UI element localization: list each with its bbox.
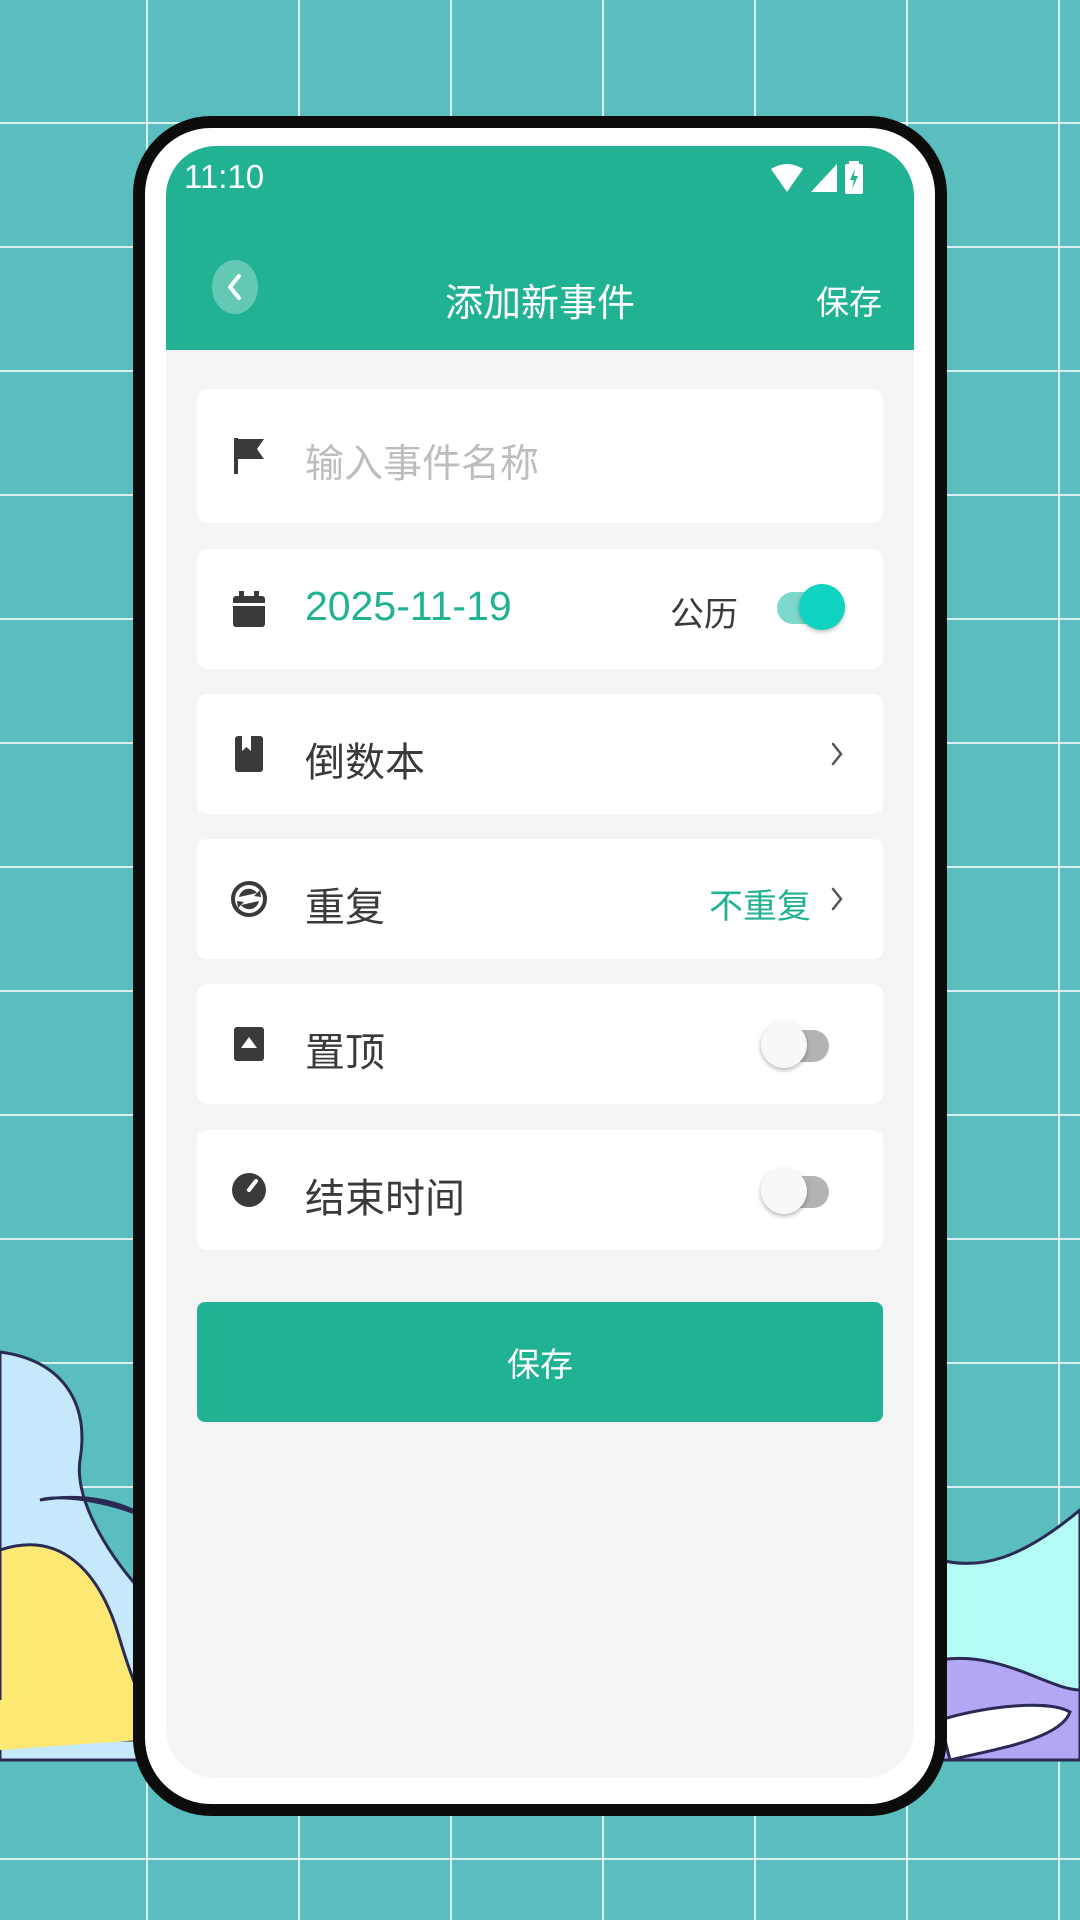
cell-signal-icon xyxy=(811,164,837,192)
battery-charging-icon xyxy=(845,161,863,194)
event-name-placeholder: 输入事件名称 xyxy=(305,442,540,487)
header-save-button[interactable]: 保存 xyxy=(816,276,882,324)
date-row[interactable]: 2025-11-19 公历 xyxy=(197,549,883,669)
date-value[interactable]: 2025-11-19 xyxy=(305,583,512,630)
notebook-row[interactable]: 倒数本 xyxy=(197,694,883,814)
wifi-icon xyxy=(771,164,803,192)
repeat-value[interactable]: 不重复 xyxy=(709,879,811,928)
calendar-type-toggle[interactable] xyxy=(777,584,847,634)
pin-top-toggle[interactable] xyxy=(761,1022,833,1072)
end-time-toggle[interactable] xyxy=(761,1168,833,1218)
chevron-right-icon[interactable] xyxy=(827,739,847,769)
end-time-row[interactable]: 结束时间 xyxy=(197,1130,883,1250)
repeat-icon xyxy=(227,877,271,921)
book-icon xyxy=(227,732,271,776)
end-time-label: 结束时间 xyxy=(305,1176,465,1222)
pin-top-row[interactable]: 置顶 xyxy=(197,984,883,1104)
notebook-label: 倒数本 xyxy=(305,740,425,786)
save-button[interactable]: 保存 xyxy=(197,1302,883,1422)
pin-top-icon xyxy=(227,1022,271,1066)
status-icons xyxy=(770,160,864,196)
repeat-label: 重复 xyxy=(305,885,385,931)
calendar-type-label: 公历 xyxy=(670,595,738,635)
page-title: 添加新事件 xyxy=(444,281,635,325)
calendar-icon xyxy=(227,587,271,631)
app-bar: 11:10 添加新事件 保存 xyxy=(166,146,914,350)
clock-icon xyxy=(227,1168,271,1212)
app-screen: 11:10 添加新事件 保存 输入事件名称 2025-11-19 公历 倒数本 … xyxy=(166,146,914,1778)
repeat-row[interactable]: 重复 不重复 xyxy=(197,839,883,959)
status-time: 11:10 xyxy=(184,158,265,195)
flag-icon xyxy=(227,434,271,478)
chevron-right-icon[interactable] xyxy=(827,884,847,914)
event-name-field[interactable]: 输入事件名称 xyxy=(197,389,883,523)
pin-top-label: 置顶 xyxy=(305,1030,385,1076)
